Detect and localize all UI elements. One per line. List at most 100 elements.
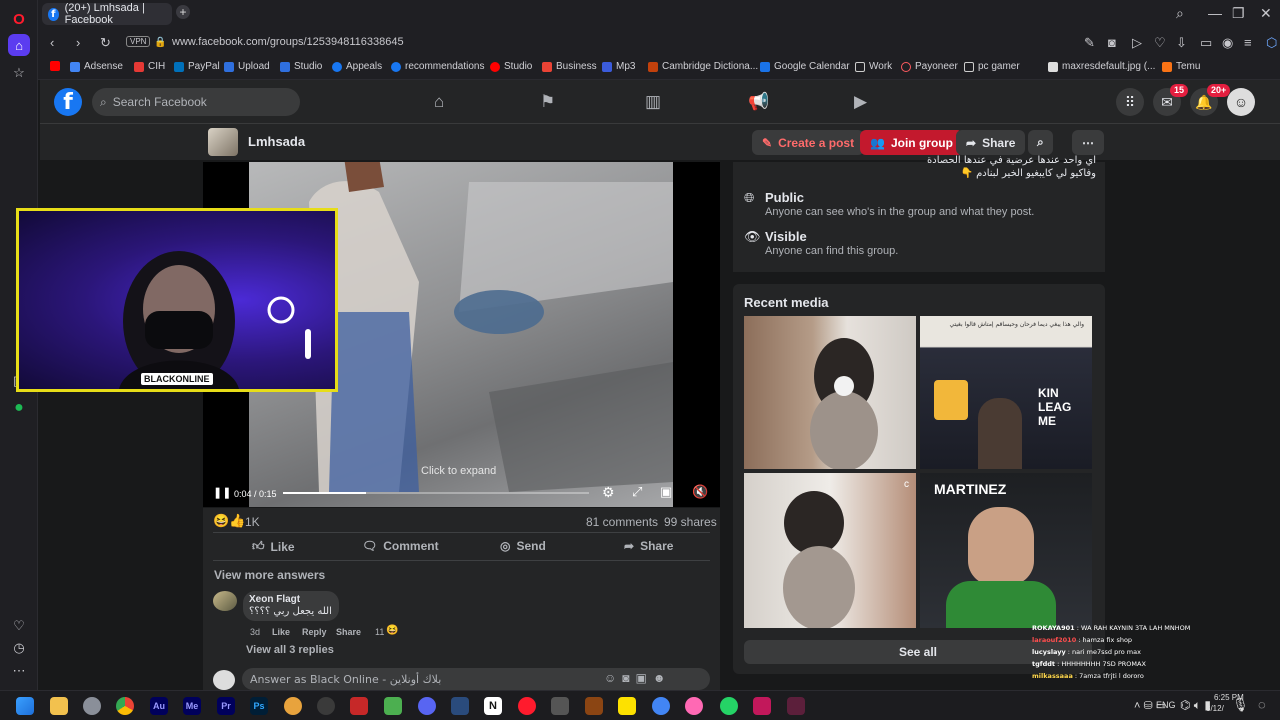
notification-center-icon[interactable]: ◌	[1258, 697, 1266, 712]
vpn-shield-icon[interactable]: ⬡	[1266, 35, 1277, 51]
reactions-icon[interactable]: 😆👍	[213, 513, 245, 529]
bookmark-item[interactable]: pc gamer	[964, 61, 1020, 72]
send-button[interactable]: ◎ Send	[500, 539, 546, 553]
group-avatar[interactable]	[208, 128, 238, 156]
bookmark-item[interactable]: Temu	[1162, 61, 1200, 72]
media-thumbnail[interactable]: MARTINEZ	[920, 473, 1092, 628]
search-tabs-icon[interactable]: ⌕	[1176, 5, 1184, 22]
heart-icon[interactable]: ♡	[8, 615, 30, 637]
microphone-icon[interactable]: 🎙︎	[1232, 697, 1249, 713]
url-field[interactable]: www.facebook.com/groups/1253948116338645	[172, 36, 404, 48]
composer-tools-icon[interactable]: ☺◙▣☻	[604, 671, 671, 685]
spotify-icon[interactable]: ●	[8, 397, 30, 419]
comment-author[interactable]: Xeon Flagt	[249, 594, 300, 605]
edit-icon[interactable]: ✎	[1084, 35, 1095, 51]
bookmark-item[interactable]: PayPal	[174, 61, 220, 72]
app-icon[interactable]	[585, 697, 603, 715]
bookmark-item[interactable]: Google Calendar	[760, 61, 850, 72]
app-icon[interactable]	[787, 697, 805, 715]
vpn-badge[interactable]: VPN	[126, 36, 151, 47]
download-icon[interactable]: ⇩	[1176, 35, 1187, 51]
premiere-icon[interactable]: Pr	[217, 697, 235, 715]
clock-date[interactable]: 8/12/	[1206, 704, 1224, 713]
app-icon[interactable]	[284, 697, 302, 715]
bookmark-item[interactable]: CIH	[134, 61, 165, 72]
app-icon[interactable]	[551, 697, 569, 715]
app-icon[interactable]	[753, 697, 771, 715]
app-icon[interactable]	[652, 697, 670, 715]
app-icon[interactable]	[350, 697, 368, 715]
obs-icon[interactable]	[317, 697, 335, 715]
comment-share-link[interactable]: Share	[336, 627, 361, 637]
fullscreen-icon[interactable]: ⤢	[632, 484, 642, 500]
app-icon[interactable]	[685, 697, 703, 715]
bookmark-item[interactable]: Studio	[490, 61, 532, 72]
picture-in-picture-icon[interactable]: ▣	[660, 484, 672, 500]
whatsapp-icon[interactable]	[720, 697, 738, 715]
back-icon[interactable]: ‹	[50, 35, 54, 50]
minimize-icon[interactable]: —	[1208, 5, 1222, 21]
reload-icon[interactable]: ↻	[100, 35, 111, 51]
media-thumbnail[interactable]: c	[744, 473, 916, 628]
discord-icon[interactable]	[418, 697, 436, 715]
comment-reply-link[interactable]: Reply	[302, 627, 327, 637]
reaction-count[interactable]: 1K	[245, 515, 260, 529]
opera-logo-icon[interactable]: O	[8, 8, 30, 30]
history-icon[interactable]: ◷	[8, 637, 30, 659]
audition-icon[interactable]: Au	[150, 697, 168, 715]
bookmark-item[interactable]: Payoneer	[901, 61, 958, 72]
app-icon[interactable]	[618, 697, 636, 715]
video-progress-track[interactable]	[283, 492, 589, 494]
app-icon[interactable]	[384, 697, 402, 715]
profile-icon[interactable]: ◉	[1222, 35, 1233, 51]
media-thumbnail[interactable]: والي هذا يبغي ديما فرحان وحيساقم إمتاش ق…	[920, 316, 1092, 469]
player-icon[interactable]: ▷	[1132, 35, 1142, 51]
shares-count[interactable]: 99 shares	[664, 515, 717, 529]
join-group-button[interactable]: 👥 Join group	[860, 130, 963, 155]
camera-icon[interactable]: ◙	[1108, 35, 1116, 50]
apps-menu-icon[interactable]: ⠿	[1116, 88, 1144, 116]
lock-icon[interactable]: 🔒	[154, 37, 166, 48]
bookmark-item[interactable]: Studio	[280, 61, 322, 72]
bookmark-item[interactable]: Mp3	[602, 61, 635, 72]
bookmark-item[interactable]: Adsense	[70, 61, 123, 72]
media-thumbnail[interactable]	[744, 316, 916, 469]
new-tab-button[interactable]: +	[176, 5, 190, 19]
create-post-button[interactable]: ✎ Create a post	[752, 130, 865, 155]
close-icon[interactable]: ✕	[1260, 5, 1272, 22]
photoshop-icon[interactable]: Ps	[250, 697, 268, 715]
view-replies-link[interactable]: View all 3 replies	[246, 644, 334, 656]
mute-icon[interactable]: 🔇	[692, 484, 708, 500]
view-more-answers-link[interactable]: View more answers	[214, 568, 325, 582]
settings-gear-icon[interactable]: ⚙	[602, 484, 615, 501]
steam-icon[interactable]	[451, 697, 469, 715]
app-icon[interactable]	[83, 697, 101, 715]
dashboard-icon[interactable]: ▥	[645, 92, 661, 112]
restore-icon[interactable]: ❐	[1232, 5, 1245, 22]
home-icon[interactable]: ⌂	[8, 34, 30, 56]
bookmark-heart-icon[interactable]: ♡	[1154, 35, 1166, 51]
search-input[interactable]: ⌕ Search Facebook	[92, 88, 300, 116]
chrome-icon[interactable]	[116, 697, 134, 715]
group-search-button[interactable]: ⌕	[1028, 130, 1053, 155]
menu-icon[interactable]: ≡	[1244, 35, 1252, 50]
share-button[interactable]: ➦ Share	[624, 539, 673, 553]
comment-like-link[interactable]: Like	[272, 627, 290, 637]
like-button[interactable]: 👍︎ Like	[252, 539, 295, 554]
language-indicator[interactable]: ENG	[1156, 700, 1176, 710]
bookmark-item[interactable]: Work	[855, 61, 892, 72]
opera-icon[interactable]	[518, 697, 536, 715]
snapshot-icon[interactable]: ▭	[1200, 35, 1212, 51]
group-name[interactable]: Lmhsada	[248, 134, 305, 149]
bookmark-item[interactable]	[50, 61, 60, 71]
click-to-expand-label[interactable]: Click to expand	[421, 465, 496, 477]
comments-count[interactable]: 81 comments	[586, 515, 658, 529]
pages-flag-icon[interactable]: ⚑	[540, 92, 555, 112]
notion-icon[interactable]: N	[484, 697, 502, 715]
media-encoder-icon[interactable]: Me	[183, 697, 201, 715]
bookmark-item[interactable]: Business	[542, 61, 597, 72]
bookmark-item[interactable]: maxresdefault.jpg (...	[1048, 61, 1155, 72]
watch-icon[interactable]: ▶	[854, 92, 867, 112]
start-windows-icon[interactable]	[16, 697, 34, 715]
avatar[interactable]: ☺	[1227, 88, 1255, 116]
